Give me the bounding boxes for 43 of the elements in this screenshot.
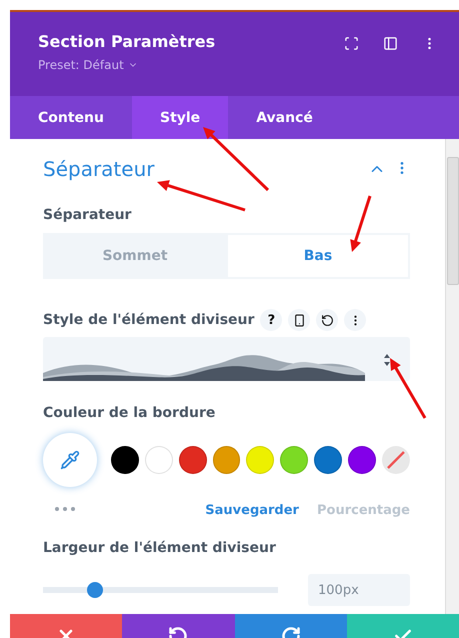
field-label: Séparateur	[43, 207, 132, 223]
annotation-arrow	[390, 358, 426, 419]
tab[interactable]: Style	[132, 96, 228, 139]
mode-link[interactable]: Sauvegarder	[187, 503, 299, 518]
toggle-option[interactable]: Bas	[228, 235, 408, 277]
more-button[interactable]	[344, 309, 366, 331]
slider-thumb[interactable]	[86, 582, 103, 598]
color-swatch[interactable]	[110, 446, 139, 474]
field-label: Style de l'élément diviseur	[43, 312, 254, 328]
field-label: Couleur de la bordure	[43, 405, 216, 421]
color-swatch[interactable]	[212, 446, 240, 474]
more-dots-icon[interactable]	[55, 506, 75, 510]
preset-dropdown[interactable]: Preset: Défaut	[38, 58, 216, 72]
toggle-option[interactable]: Sommet	[45, 235, 225, 277]
eyedropper-icon	[60, 450, 80, 470]
divider-style-select[interactable]	[43, 337, 410, 381]
color-swatch[interactable]	[246, 446, 274, 474]
tab[interactable]: Contenu	[10, 96, 132, 139]
color-swatch[interactable]	[348, 446, 376, 474]
width-input[interactable]: 100px	[308, 574, 410, 606]
scrollbar-thumb[interactable]	[446, 157, 458, 285]
color-swatch[interactable]	[178, 446, 207, 474]
no-color-swatch[interactable]	[382, 446, 410, 474]
color-swatch[interactable]	[280, 446, 308, 474]
section-title: Séparateur	[43, 157, 154, 181]
tab[interactable]: Avancé	[228, 96, 341, 139]
annotation-arrow	[350, 196, 372, 252]
sidebar-icon[interactable]	[383, 36, 398, 51]
reset-button[interactable]	[316, 309, 338, 331]
focus-icon[interactable]	[344, 36, 359, 51]
help-button[interactable]: ?	[260, 309, 282, 331]
phone-icon	[292, 314, 306, 326]
reset-icon	[320, 314, 334, 326]
field-label: Largeur de l'élément diviseur	[43, 540, 277, 556]
sort-arrows-icon	[382, 353, 392, 367]
scrollbar[interactable]	[445, 139, 459, 614]
color-swatch[interactable]	[314, 446, 342, 474]
undo-button[interactable]	[122, 614, 234, 638]
color-swatch[interactable]	[144, 446, 173, 474]
panel-title: Section Paramètres	[38, 32, 216, 51]
color-picker-button[interactable]	[43, 433, 97, 487]
redo-button[interactable]	[234, 614, 347, 638]
device-button[interactable]	[288, 309, 310, 331]
